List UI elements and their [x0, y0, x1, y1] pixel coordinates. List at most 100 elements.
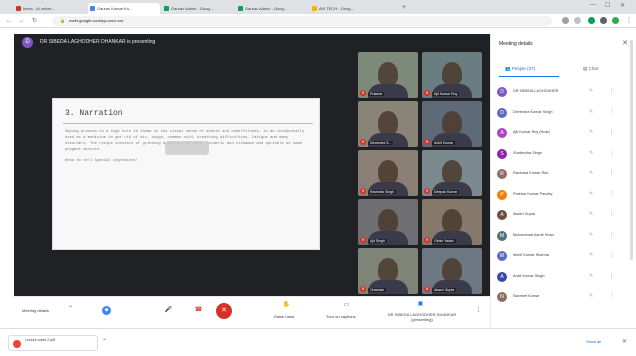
captions-button[interactable]: Turn on captions: [326, 314, 356, 319]
pin-icon[interactable]: ✎: [589, 191, 593, 197]
extension-icon[interactable]: [600, 17, 607, 24]
browser-tab[interactable]: AVI TECH - Goog...: [310, 3, 382, 14]
list-item[interactable]: R Ravindra Kumar Rao ✎ ⋮: [491, 164, 636, 185]
more-icon[interactable]: ⋮: [609, 129, 614, 135]
participant-name: Ajit Kumar Roy: [432, 92, 460, 96]
chevron-up-icon[interactable]: ⌃: [102, 338, 107, 345]
pin-icon[interactable]: ✎: [589, 129, 593, 135]
participant-tile[interactable]: ✕ Devendra S...: [358, 101, 418, 147]
mic-off-icon: ✕: [424, 139, 430, 145]
list-item[interactable]: D DR SIBEDA LAGHODHER ✎ ⋮: [491, 82, 636, 103]
url-input[interactable]: 🔒 meet.google.com/rpp-xxxx-xxx: [52, 16, 552, 26]
more-icon[interactable]: ⋮: [609, 293, 614, 299]
participant-tile[interactable]: ✕ Ajit Kumar Roy: [422, 52, 482, 98]
mic-off-icon: ✕: [360, 90, 366, 96]
participant-name: Ankit Kumar Singh: [513, 273, 545, 278]
participant-video: [378, 258, 398, 282]
shield-icon[interactable]: ◆: [102, 306, 111, 315]
more-icon[interactable]: ⋮: [609, 150, 614, 156]
meeting-details-button[interactable]: Meeting details: [22, 308, 49, 313]
participant-tile[interactable]: ✕ Ankit Kumar: [422, 101, 482, 147]
presenting-button[interactable]: DR SIBEDA LAGHODHER DHANKAR (presenting): [382, 312, 462, 322]
participant-tile[interactable]: ✕ Ravindra Singh: [358, 150, 418, 196]
hang-up-icon[interactable]: ☎: [194, 306, 203, 315]
pin-icon[interactable]: ✎: [589, 88, 593, 94]
tab-chat[interactable]: ▤ Chat: [583, 66, 598, 72]
pin-icon[interactable]: ✎: [589, 293, 593, 299]
close-download-bar-icon[interactable]: ✕: [622, 338, 627, 345]
more-options-icon[interactable]: ⋮: [474, 306, 483, 315]
scrollbar[interactable]: [630, 40, 633, 260]
raise-hand-icon[interactable]: ✋: [282, 301, 291, 310]
extension-icon[interactable]: [588, 17, 595, 24]
chevron-up-icon[interactable]: ⌃: [66, 305, 75, 314]
more-icon[interactable]: ⋮: [609, 252, 614, 258]
present-screen-icon[interactable]: ▣: [416, 300, 425, 309]
participant-tile[interactable]: ✕ Girish Yadav: [422, 199, 482, 245]
avatar: D: [497, 107, 507, 118]
captions-icon[interactable]: ▭: [342, 301, 351, 310]
close-window-button[interactable]: ✕: [620, 2, 625, 9]
pin-icon[interactable]: ✎: [589, 150, 593, 156]
pin-icon[interactable]: ✎: [589, 170, 593, 176]
list-item[interactable]: A Akash Gupta ✎ ⋮: [491, 205, 636, 226]
list-item[interactable]: A Ajit Kumar Roy (Host) ✎ ⋮: [491, 123, 636, 144]
forward-icon[interactable]: →: [18, 17, 24, 25]
participant-tile[interactable]: ✕ Ajit Singh: [358, 199, 418, 245]
camera-off-button[interactable]: ✕: [216, 303, 232, 319]
browser-tab-active[interactable]: Gaurav Kumar Ku...: [88, 3, 160, 14]
participant-tile[interactable]: ✕ Chandan: [358, 248, 418, 294]
avatar: A: [497, 210, 507, 220]
tab-people[interactable]: 👥 People (37): [505, 66, 535, 72]
raise-hand-button[interactable]: Raise hand: [274, 314, 294, 319]
more-icon[interactable]: ⋮: [609, 109, 614, 115]
people-icon: 👥: [505, 66, 512, 71]
list-item[interactable]: N Navneet Kumar ✎ ⋮: [491, 287, 636, 308]
minimize-button[interactable]: —: [590, 2, 596, 8]
pin-icon[interactable]: ✎: [589, 109, 593, 115]
close-panel-icon[interactable]: ✕: [622, 39, 628, 47]
menu-icon[interactable]: ⋮: [626, 17, 632, 25]
participant-name: Shailendra Singh: [513, 150, 542, 155]
camera-icon[interactable]: [562, 17, 569, 24]
pin-icon[interactable]: ✎: [589, 232, 593, 238]
pin-icon[interactable]: ✎: [589, 273, 593, 279]
avatar: M: [497, 251, 507, 261]
browser-tab[interactable]: Gaurav Admin - Goog...: [162, 3, 234, 14]
gmail-favicon: [16, 6, 21, 11]
list-item[interactable]: D Devendra Kumar Singh ✎ ⋮: [491, 103, 636, 124]
star-icon[interactable]: [574, 17, 581, 24]
profile-avatar[interactable]: [612, 17, 619, 24]
show-all-link[interactable]: Show all: [586, 339, 601, 344]
participant-tile[interactable]: ✕ Prakhar: [358, 52, 418, 98]
list-item[interactable]: P Prakhar Kumar Pandey ✎ ⋮: [491, 185, 636, 206]
more-icon[interactable]: ⋮: [609, 88, 614, 94]
new-tab-button[interactable]: +: [402, 3, 406, 12]
more-icon[interactable]: ⋮: [609, 170, 614, 176]
back-icon[interactable]: ←: [6, 17, 12, 25]
more-icon[interactable]: ⋮: [609, 211, 614, 217]
more-icon[interactable]: ⋮: [609, 191, 614, 197]
list-item[interactable]: A Ankit Kumar Singh ✎ ⋮: [491, 267, 636, 288]
pdf-file-icon: [13, 340, 21, 348]
maximize-button[interactable]: ☐: [605, 2, 610, 9]
more-icon[interactable]: ⋮: [609, 273, 614, 279]
mic-off-icon: ✕: [360, 188, 366, 194]
list-item[interactable]: S Shailendra Singh ✎ ⋮: [491, 144, 636, 165]
list-item[interactable]: M Mohammad Aamir Khan ✎ ⋮: [491, 226, 636, 247]
reload-icon[interactable]: ↻: [32, 17, 37, 25]
participant-name: Akash Gupta: [513, 212, 535, 216]
browser-tab[interactable]: Gaurav Admin - Goog...: [236, 3, 308, 14]
pin-icon[interactable]: ✎: [589, 211, 593, 217]
browser-tab[interactable]: Inbox - Ai univer...: [14, 3, 86, 14]
download-bar: Lecture notes 2.pdf ⌃ Show all ✕: [0, 328, 636, 356]
download-item[interactable]: Lecture notes 2.pdf: [8, 335, 98, 351]
pin-icon[interactable]: ✎: [589, 252, 593, 258]
list-item[interactable]: M Mohit Kumar Sharma ✎ ⋮: [491, 246, 636, 267]
more-icon[interactable]: ⋮: [609, 232, 614, 238]
participant-tile[interactable]: ✕ Akash Gupta: [422, 248, 482, 294]
participant-tile[interactable]: ✕ Deepak Kumar: [422, 150, 482, 196]
participant-video: [378, 62, 398, 86]
participant-video: [442, 111, 462, 135]
microphone-icon[interactable]: 🎤: [164, 306, 173, 315]
